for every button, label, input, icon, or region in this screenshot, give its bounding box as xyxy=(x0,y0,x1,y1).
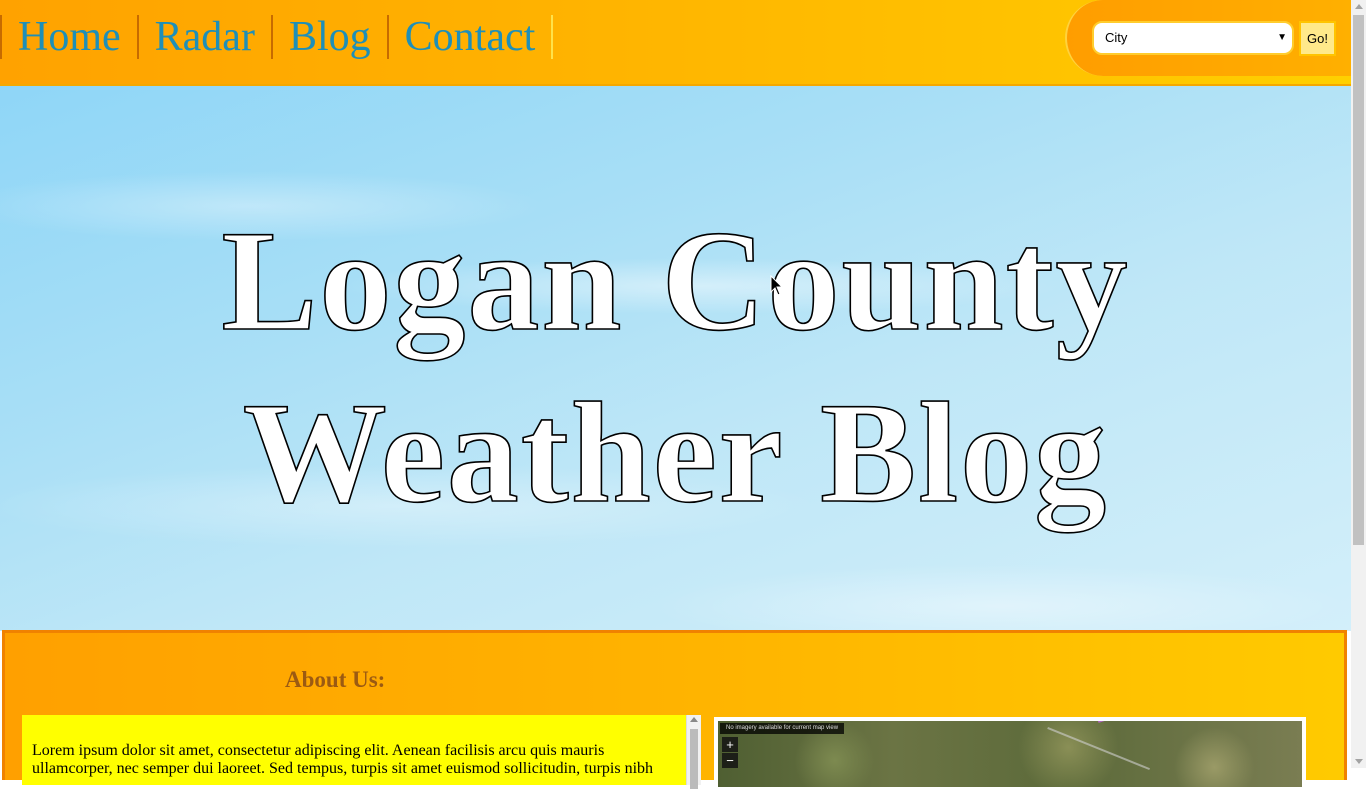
about-text-box[interactable]: Lorem ipsum dolor sit amet, consectetur … xyxy=(22,715,686,785)
site-title-line-1: Logan County xyxy=(221,201,1130,362)
hero-banner: Logan County Weather Blog xyxy=(0,86,1351,631)
site-title-line-2: Weather Blog xyxy=(242,373,1109,534)
page-scrollbar[interactable] xyxy=(1351,0,1366,768)
page-scrollbar-thumb[interactable] xyxy=(1353,15,1364,545)
city-select[interactable]: City ▼ xyxy=(1092,21,1294,55)
site-title: Logan County Weather Blog xyxy=(0,196,1351,540)
radar-map[interactable]: No imagery available for current map vie… xyxy=(718,721,1302,787)
map-road-line xyxy=(1047,727,1150,771)
city-select-value: City xyxy=(1105,30,1128,45)
scroll-up-arrow-icon[interactable] xyxy=(690,717,698,722)
map-imagery-notice: No imagery available for current map vie… xyxy=(720,723,845,734)
nav-contact-link[interactable]: Contact xyxy=(389,15,552,59)
scrollbar-thumb[interactable] xyxy=(690,729,698,789)
about-scrollbar[interactable] xyxy=(686,715,701,789)
scroll-down-arrow-icon[interactable] xyxy=(1355,759,1363,764)
nav-radar-link[interactable]: Radar xyxy=(139,15,271,59)
top-navbar: Home Radar Blog Contact City ▼ Go! xyxy=(0,0,1353,86)
nav-divider xyxy=(551,15,554,59)
about-heading: About Us: xyxy=(285,667,386,692)
dropdown-caret-icon: ▼ xyxy=(1277,32,1287,43)
mouse-cursor-icon xyxy=(770,275,784,296)
about-text: Lorem ipsum dolor sit amet, consectetur … xyxy=(32,742,654,777)
nav-menu: Home Radar Blog Contact xyxy=(0,15,554,59)
go-button[interactable]: Go! xyxy=(1299,21,1336,56)
scroll-up-arrow-icon[interactable] xyxy=(1355,4,1363,9)
map-zoom-in-button[interactable]: + xyxy=(722,737,738,752)
map-road-line xyxy=(1098,721,1289,723)
radar-map-frame: No imagery available for current map vie… xyxy=(714,717,1306,787)
nav-blog-link[interactable]: Blog xyxy=(273,15,387,59)
about-section: About Us: Lorem ipsum dolor sit amet, co… xyxy=(2,630,1347,789)
map-zoom-out-button[interactable]: − xyxy=(722,753,738,768)
nav-home-link[interactable]: Home xyxy=(2,15,137,59)
